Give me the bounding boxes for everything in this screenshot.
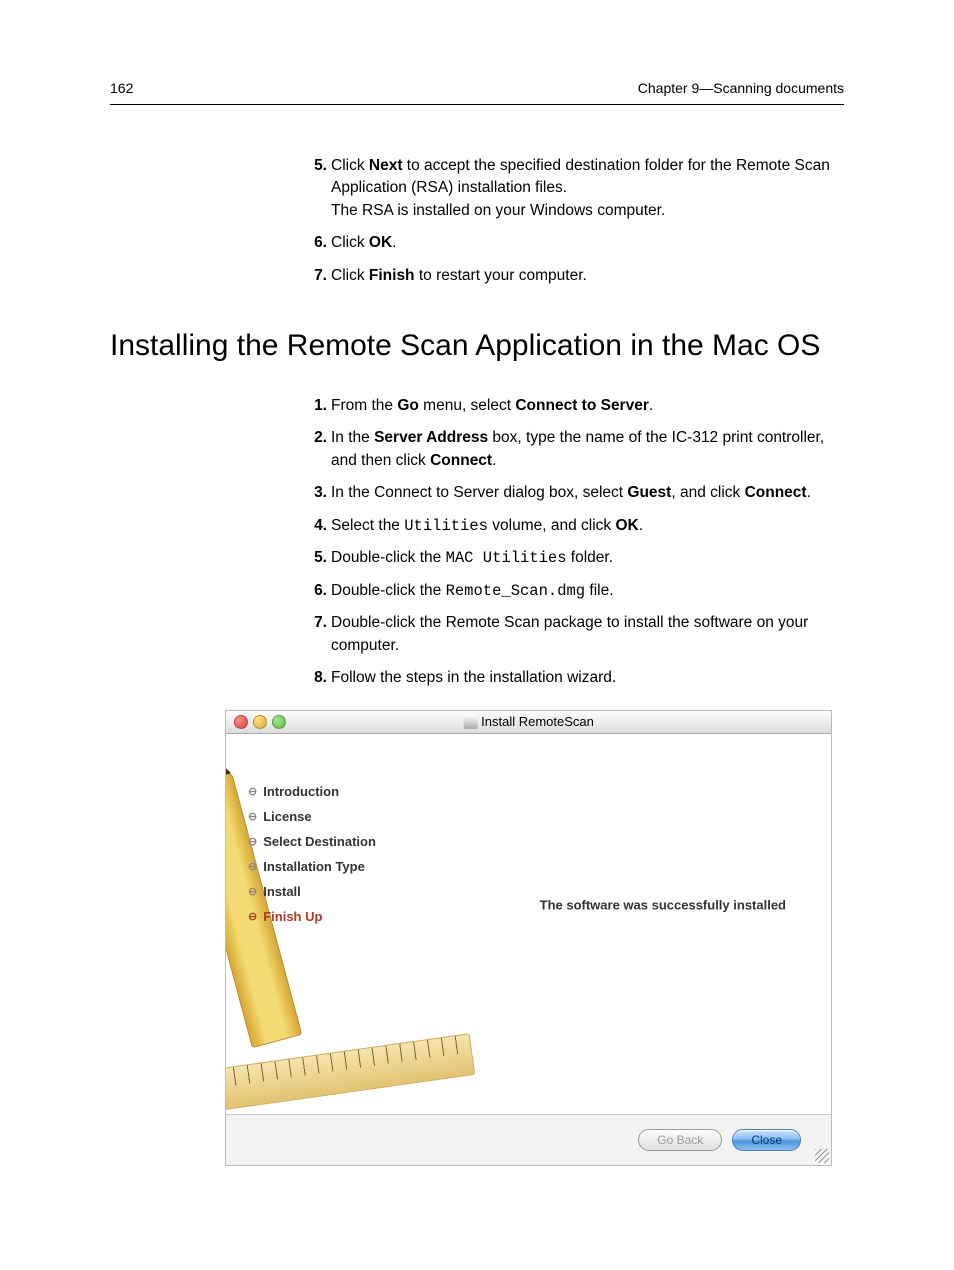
page-header: 162 Chapter 9—Scanning documents bbox=[110, 80, 844, 105]
page-number: 162 bbox=[110, 80, 133, 96]
list-item: 7. Click Finish to restart your computer… bbox=[297, 265, 844, 287]
installer-step-select-destination: ⊖Select Destination bbox=[248, 834, 376, 849]
window-title: Install RemoteScan bbox=[481, 714, 594, 729]
window-titlebar: Install RemoteScan bbox=[226, 711, 831, 734]
installer-step-install: ⊖Install bbox=[248, 884, 376, 899]
list-item: 2. In the Server Address box, type the n… bbox=[297, 427, 844, 472]
close-button[interactable]: Close bbox=[732, 1129, 801, 1151]
installer-steps-sidebar: ⊖Introduction ⊖License ⊖Select Destinati… bbox=[248, 784, 376, 934]
ordered-list-2: 1. From the Go menu, select Connect to S… bbox=[297, 395, 844, 690]
list-item: 1. From the Go menu, select Connect to S… bbox=[297, 395, 844, 417]
installer-success-message: The software was successfully installed bbox=[540, 897, 786, 912]
list-item: 6. Double-click the Remote_Scan.dmg file… bbox=[297, 580, 844, 602]
zoom-window-icon[interactable] bbox=[272, 715, 286, 729]
installer-step-finish-up: ⊖Finish Up bbox=[248, 909, 376, 924]
installer-step-installation-type: ⊖Installation Type bbox=[248, 859, 376, 874]
resize-grip-icon[interactable] bbox=[815, 1149, 829, 1163]
chapter-label: Chapter 9—Scanning documents bbox=[638, 80, 844, 96]
section-heading: Installing the Remote Scan Application i… bbox=[110, 327, 844, 365]
installer-step-license: ⊖License bbox=[248, 809, 376, 824]
installer-step-introduction: ⊖Introduction bbox=[248, 784, 376, 799]
ordered-list-1: 5. Click Next to accept the specified de… bbox=[297, 155, 844, 287]
list-item: 3. In the Connect to Server dialog box, … bbox=[297, 482, 844, 504]
close-window-icon[interactable] bbox=[234, 715, 248, 729]
list-item: 7. Double-click the Remote Scan package … bbox=[297, 612, 844, 657]
installer-window: Install RemoteScan ⊖Introduction ⊖Licens… bbox=[225, 710, 832, 1166]
list-item: 6. Click OK. bbox=[297, 232, 844, 254]
installer-button-bar: Go Back Close bbox=[226, 1114, 831, 1165]
list-item: 4. Select the Utilities volume, and clic… bbox=[297, 515, 844, 537]
list-item: 8. Follow the steps in the installation … bbox=[297, 667, 844, 689]
list-item: 5. Double-click the MAC Utilities folder… bbox=[297, 547, 844, 569]
minimize-window-icon[interactable] bbox=[253, 715, 267, 729]
list-item: 5. Click Next to accept the specified de… bbox=[297, 155, 844, 222]
installer-package-icon bbox=[463, 715, 477, 729]
go-back-button[interactable]: Go Back bbox=[638, 1129, 722, 1151]
